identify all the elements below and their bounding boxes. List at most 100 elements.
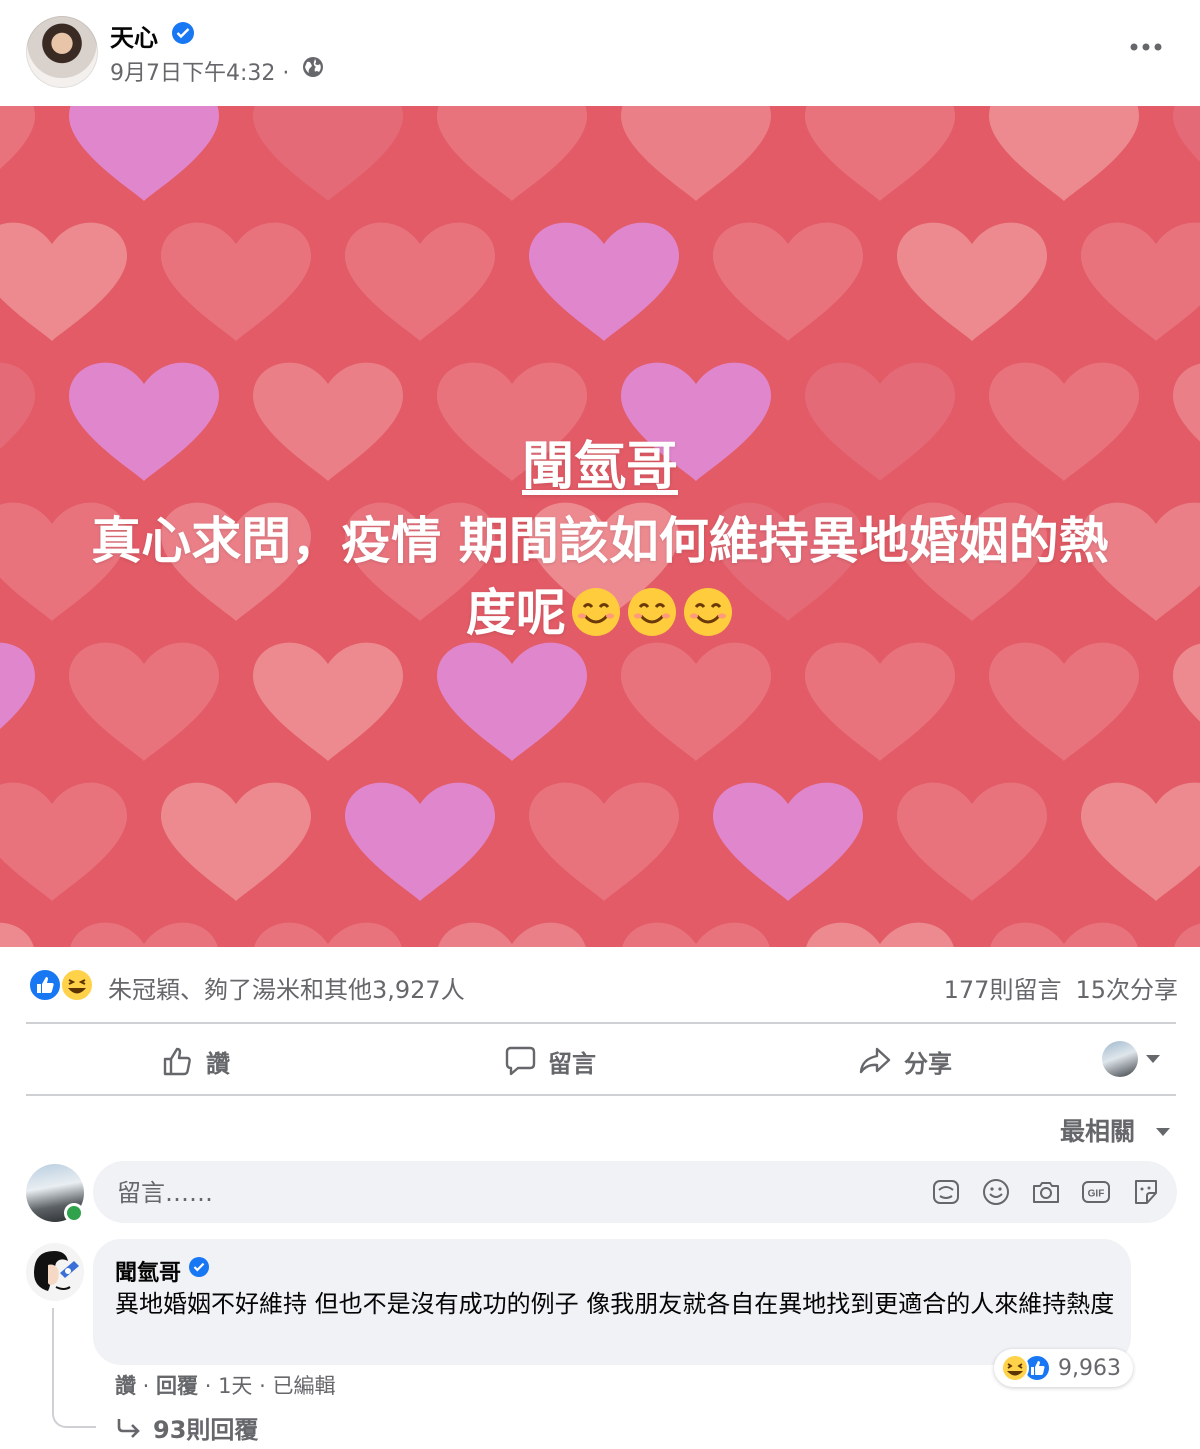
heart-shape [0, 922, 34, 947]
cartoon-avatar-icon [26, 1243, 84, 1301]
heart-shape [438, 922, 586, 947]
heart-shape [713, 222, 863, 341]
reaction-stats-bar: 朱冠穎、夠了湯米和其他3,927人 177則留言 15次分享 [26, 962, 1178, 1008]
heart-shape [161, 222, 311, 341]
comment-sort-dropdown[interactable]: 最相關 [1060, 1112, 1135, 1148]
heart-shape [1081, 222, 1200, 341]
verified-badge-icon [172, 22, 194, 44]
comment-reaction-count: 9,963 [1058, 1355, 1121, 1381]
comment-meta: 讚 · 回覆 · 1天 · 已編輯 [115, 1374, 336, 1398]
online-status-dot [64, 1203, 84, 1223]
heart-shape [69, 106, 219, 201]
heart-shape [897, 782, 1047, 901]
comment-composer[interactable]: GIF [93, 1161, 1177, 1223]
heart-shape [1173, 106, 1200, 162]
heart-shape [621, 106, 771, 201]
comment-reactions[interactable]: 9,963 [994, 1349, 1133, 1387]
post-text-line-2: 度呢 [466, 584, 566, 642]
share-button[interactable]: 分享 [858, 1036, 952, 1086]
reactions-summary[interactable]: 朱冠穎、夠了湯米和其他3,927人 [108, 970, 465, 1005]
heart-shape [0, 782, 127, 901]
post-text-line-1: 真心求問，疫情 期間該如何維持異地婚姻的熱 [91, 512, 1109, 570]
heart-shape [529, 782, 679, 901]
heart-shape [989, 642, 1139, 761]
heart-shape [622, 922, 770, 947]
comment-bubble-icon [505, 1046, 536, 1076]
view-replies-link[interactable]: 93則回覆 [115, 1410, 258, 1445]
avatar-sticker-icon[interactable] [931, 1177, 961, 1207]
sticker-icon[interactable] [1131, 1177, 1161, 1207]
divider [26, 1022, 1176, 1024]
heart-shape [713, 782, 863, 901]
heart-shape [437, 642, 587, 761]
heart-shape [1173, 363, 1200, 442]
camera-icon[interactable] [1031, 1177, 1061, 1207]
heart-shape [1173, 643, 1200, 722]
sort-label: 最相關 [1060, 1117, 1136, 1146]
share-arrow-icon [859, 1047, 891, 1074]
post-timestamp[interactable]: 9月7日下午4:32 · [110, 55, 289, 87]
comment-button-label: 留言 [548, 1049, 596, 1078]
reply-thread-line [52, 1308, 96, 1428]
divider [26, 1094, 1176, 1096]
heart-shape [0, 362, 35, 449]
post-text: 聞氫哥 真心求問，疫情 期間該如何維持異地婚姻的熱 度呢 [40, 424, 1160, 649]
like-reaction-icon [28, 968, 62, 1002]
emoji-icon[interactable] [981, 1177, 1011, 1207]
thumbs-up-icon [163, 1047, 191, 1076]
post-mention-link[interactable]: 聞氫哥 [522, 424, 678, 499]
comment-share-counts: 177則留言 15次分享 [930, 970, 1178, 1005]
post-header: 天心 9月7日下午4:32 · [0, 0, 1200, 106]
verified-badge-icon [189, 1257, 209, 1277]
heart-shape [254, 922, 402, 947]
heart-shape [0, 642, 35, 729]
heart-shape [0, 106, 35, 169]
reply-arrow-icon [117, 1418, 140, 1438]
post-as-avatar[interactable] [1102, 1041, 1138, 1077]
heart-shape [805, 106, 955, 201]
haha-like-reaction-icons [1001, 1354, 1051, 1382]
heart-shape [1081, 782, 1200, 901]
heart-shape [621, 642, 771, 761]
heart-shape [70, 922, 218, 947]
heart-shape [253, 642, 403, 761]
comments-count[interactable]: 177則留言 [944, 976, 1062, 1004]
heart-shape [529, 222, 679, 341]
comment-bubble: 聞氫哥 異地婚姻不好維持 但也不是沒有成功的例子 像我朋友就各自在異地找到更適合… [93, 1239, 1131, 1365]
smiling-face-emoji-icon [684, 588, 732, 636]
comment-reply-link[interactable]: 回覆 [156, 1374, 198, 1398]
post-banner: 聞氫哥 真心求問，疫情 期間該如何維持異地婚姻的熱 度呢 [0, 106, 1200, 947]
heart-shape [990, 922, 1138, 947]
commenter-avatar[interactable] [26, 1243, 84, 1301]
haha-reaction-icon [60, 968, 94, 1002]
comment-age[interactable]: 1天 [218, 1374, 252, 1398]
comment-input[interactable] [115, 1175, 899, 1211]
commenter-name[interactable]: 聞氫哥 [115, 1255, 181, 1287]
shares-count[interactable]: 15次分享 [1075, 976, 1178, 1004]
comment-text: 異地婚姻不好維持 但也不是沒有成功的例子 像我朋友就各自在異地找到更適合的人來維… [115, 1290, 1115, 1318]
comment-button[interactable]: 留言 [504, 1036, 596, 1086]
heart-shape [806, 922, 954, 947]
share-button-label: 分享 [904, 1049, 952, 1078]
smiling-face-emoji-icon [628, 588, 676, 636]
comment-edited-label[interactable]: 已編輯 [272, 1374, 335, 1398]
author-avatar[interactable] [26, 16, 98, 88]
heart-shape [1174, 923, 1200, 947]
globe-icon [303, 57, 323, 77]
gif-icon[interactable]: GIF [1081, 1177, 1111, 1207]
more-options-icon[interactable] [1129, 40, 1163, 54]
heart-shape [69, 642, 219, 761]
chevron-down-icon[interactable] [1156, 1128, 1170, 1136]
heart-shape [253, 106, 403, 201]
heart-shape [989, 106, 1139, 201]
author-name[interactable]: 天心 [110, 18, 158, 53]
comment-like-link[interactable]: 讚 [115, 1374, 136, 1398]
reaction-icons[interactable] [26, 967, 96, 1003]
replies-count: 93則回覆 [153, 1416, 259, 1444]
heart-shape [345, 222, 495, 341]
heart-shape [161, 782, 311, 901]
heart-shape [0, 222, 127, 341]
chevron-down-icon[interactable] [1146, 1055, 1160, 1063]
like-button[interactable]: 讚 [162, 1036, 230, 1086]
svg-text:GIF: GIF [1088, 1189, 1105, 1200]
